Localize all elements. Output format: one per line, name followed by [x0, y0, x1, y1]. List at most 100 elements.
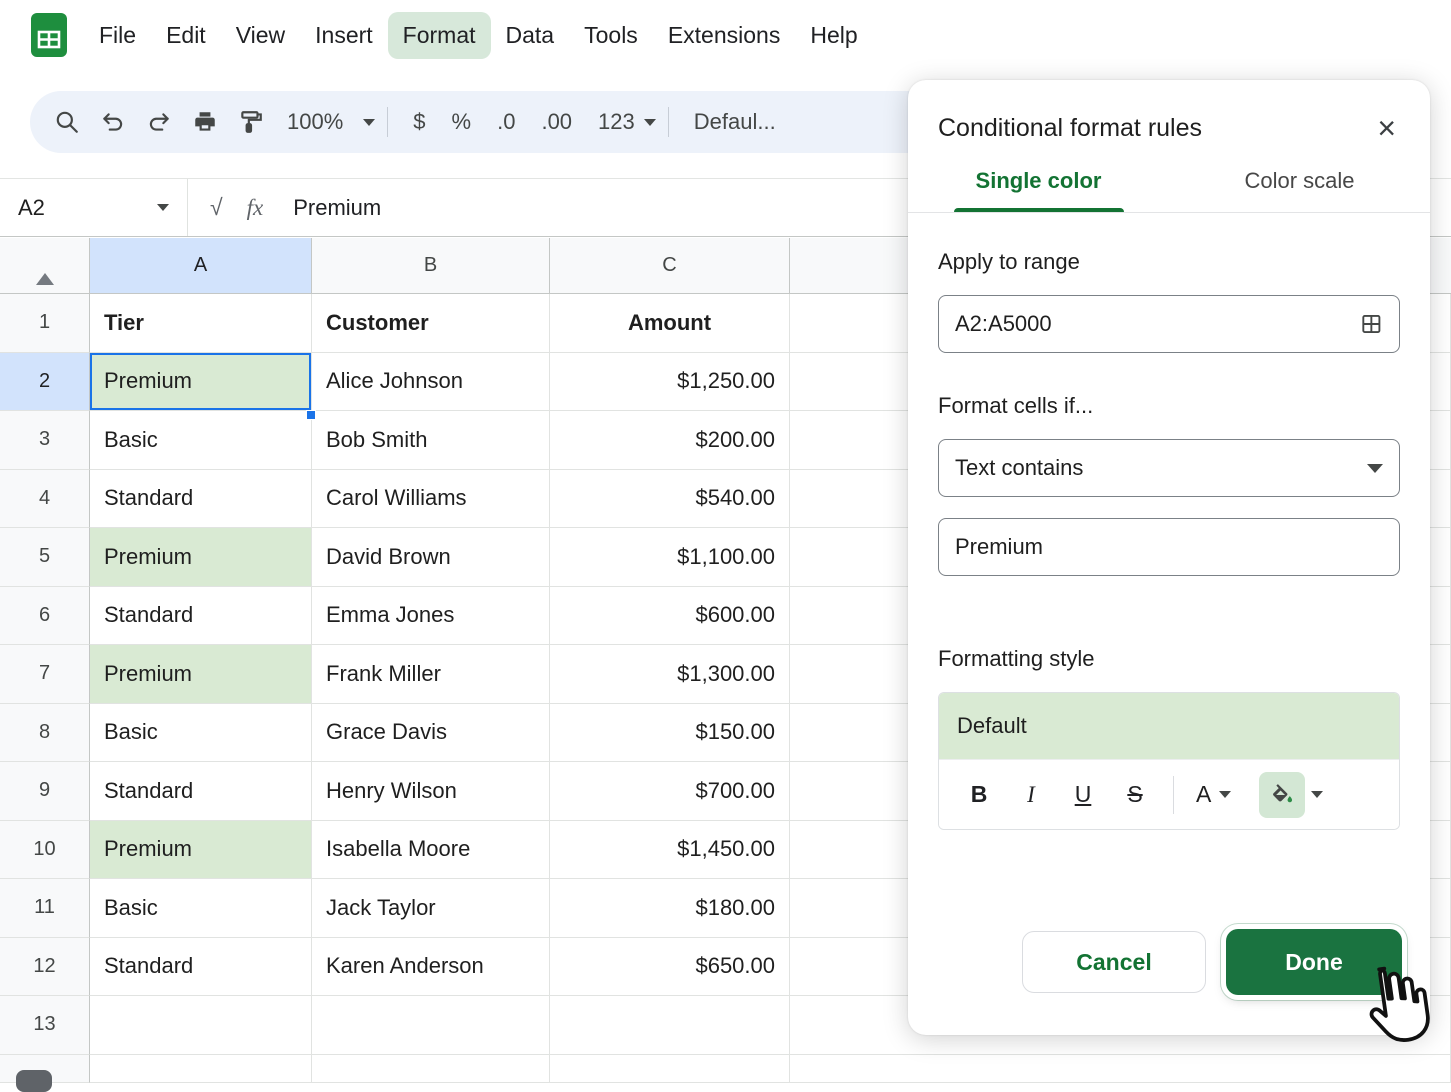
row-header[interactable]: 9	[0, 762, 90, 821]
cell-c7[interactable]: $1,300.00	[550, 645, 790, 704]
menu-tools[interactable]: Tools	[569, 12, 653, 59]
sheets-logo-icon[interactable]	[30, 12, 68, 58]
cell-a9[interactable]: Standard	[90, 762, 312, 821]
cell-d14[interactable]	[790, 1054, 1451, 1083]
menu-edit[interactable]: Edit	[151, 12, 221, 59]
cell-c11[interactable]: $180.00	[550, 879, 790, 938]
cell-c3[interactable]: $200.00	[550, 411, 790, 470]
select-range-grid-icon[interactable]	[1360, 312, 1383, 336]
cell-b5[interactable]: David Brown	[312, 528, 550, 587]
menu-insert[interactable]: Insert	[300, 12, 388, 59]
tab-color-scale[interactable]: Color scale	[1169, 168, 1430, 212]
cell-c13[interactable]	[550, 996, 790, 1055]
cell-c14[interactable]	[550, 1054, 790, 1083]
row-header[interactable]: 10	[0, 820, 90, 879]
range-input-field[interactable]	[955, 311, 1361, 337]
cell-b2[interactable]: Alice Johnson	[312, 352, 550, 411]
paint-format-icon[interactable]	[228, 99, 274, 145]
underline-button[interactable]: U	[1057, 769, 1109, 821]
menu-data[interactable]: Data	[491, 12, 570, 59]
row-header[interactable]: 8	[0, 703, 90, 762]
select-all-corner[interactable]	[0, 238, 90, 294]
cell-b10[interactable]: Isabella Moore	[312, 820, 550, 879]
row-header[interactable]: 5	[0, 528, 90, 587]
cell-b3[interactable]: Bob Smith	[312, 411, 550, 470]
format-currency-button[interactable]: $	[400, 109, 438, 135]
cell-a13[interactable]	[90, 996, 312, 1055]
increase-decimal-button[interactable]: .00	[528, 109, 585, 135]
cell-c4[interactable]: $540.00	[550, 469, 790, 528]
column-header-a[interactable]: A	[90, 238, 312, 294]
cell-b11[interactable]: Jack Taylor	[312, 879, 550, 938]
tab-single-color[interactable]: Single color	[908, 168, 1169, 212]
row-header[interactable]: 2	[0, 352, 90, 411]
row-header[interactable]: 11	[0, 879, 90, 938]
row-header[interactable]: 6	[0, 586, 90, 645]
cancel-button[interactable]: Cancel	[1022, 931, 1206, 993]
strikethrough-button[interactable]: S	[1109, 769, 1161, 821]
zoom-control[interactable]: 100%	[274, 109, 376, 135]
cell-b9[interactable]: Henry Wilson	[312, 762, 550, 821]
cell-a11[interactable]: Basic	[90, 879, 312, 938]
font-selector[interactable]: Defaul...	[681, 109, 789, 135]
cell-b14[interactable]	[312, 1054, 550, 1083]
formula-input[interactable]: Premium	[293, 195, 381, 221]
italic-button[interactable]: I	[1005, 769, 1057, 821]
row-header[interactable]: 12	[0, 937, 90, 996]
cell-a1[interactable]: Tier	[90, 294, 312, 353]
cell-a3[interactable]: Basic	[90, 411, 312, 470]
cell-a6[interactable]: Standard	[90, 586, 312, 645]
condition-text-field[interactable]	[955, 534, 1383, 560]
cell-c1[interactable]: Amount	[550, 294, 790, 353]
row-header[interactable]: 3	[0, 411, 90, 470]
close-icon[interactable]: ×	[1371, 112, 1402, 144]
cell-b12[interactable]: Karen Anderson	[312, 937, 550, 996]
cell-a7[interactable]: Premium	[90, 645, 312, 704]
cell-b4[interactable]: Carol Williams	[312, 469, 550, 528]
name-box[interactable]: A2	[0, 179, 188, 236]
cell-a2-selected[interactable]: Premium	[90, 352, 312, 411]
cell-a14[interactable]	[90, 1054, 312, 1083]
undo-icon[interactable]	[90, 99, 136, 145]
menu-help[interactable]: Help	[795, 12, 872, 59]
cell-b7[interactable]: Frank Miller	[312, 645, 550, 704]
row-header[interactable]: 13	[0, 996, 90, 1055]
search-icon[interactable]	[44, 99, 90, 145]
cell-c6[interactable]: $600.00	[550, 586, 790, 645]
row-header[interactable]: 4	[0, 469, 90, 528]
cell-a10[interactable]: Premium	[90, 820, 312, 879]
cell-a4[interactable]: Standard	[90, 469, 312, 528]
cell-b6[interactable]: Emma Jones	[312, 586, 550, 645]
menu-extensions[interactable]: Extensions	[653, 12, 796, 59]
row-header[interactable]: 7	[0, 645, 90, 704]
cell-c8[interactable]: $150.00	[550, 703, 790, 762]
decrease-decimal-button[interactable]: .0	[484, 109, 528, 135]
cell-a8[interactable]: Basic	[90, 703, 312, 762]
cell-c9[interactable]: $700.00	[550, 762, 790, 821]
cell-c2[interactable]: $1,250.00	[550, 352, 790, 411]
cell-c12[interactable]: $650.00	[550, 937, 790, 996]
text-color-button[interactable]: A	[1186, 769, 1241, 821]
menu-file[interactable]: File	[84, 12, 151, 59]
cell-b1[interactable]: Customer	[312, 294, 550, 353]
cell-c5[interactable]: $1,100.00	[550, 528, 790, 587]
more-number-formats-button[interactable]: 123	[585, 109, 656, 135]
cell-a12[interactable]: Standard	[90, 937, 312, 996]
fill-handle[interactable]	[306, 410, 316, 420]
column-header-b[interactable]: B	[312, 238, 550, 294]
condition-text-input[interactable]	[938, 518, 1400, 576]
menu-view[interactable]: View	[221, 12, 300, 59]
column-header-c[interactable]: C	[550, 238, 790, 294]
print-icon[interactable]	[182, 99, 228, 145]
cell-a5[interactable]: Premium	[90, 528, 312, 587]
range-input[interactable]	[938, 295, 1400, 353]
bold-button[interactable]: B	[953, 769, 1005, 821]
menu-format[interactable]: Format	[387, 11, 491, 59]
condition-select[interactable]: Text contains	[938, 439, 1400, 497]
cell-c10[interactable]: $1,450.00	[550, 820, 790, 879]
format-percent-button[interactable]: %	[439, 109, 485, 135]
cell-b8[interactable]: Grace Davis	[312, 703, 550, 762]
fill-color-button[interactable]	[1259, 771, 1306, 818]
cell-b13[interactable]	[312, 996, 550, 1055]
redo-icon[interactable]	[136, 99, 182, 145]
